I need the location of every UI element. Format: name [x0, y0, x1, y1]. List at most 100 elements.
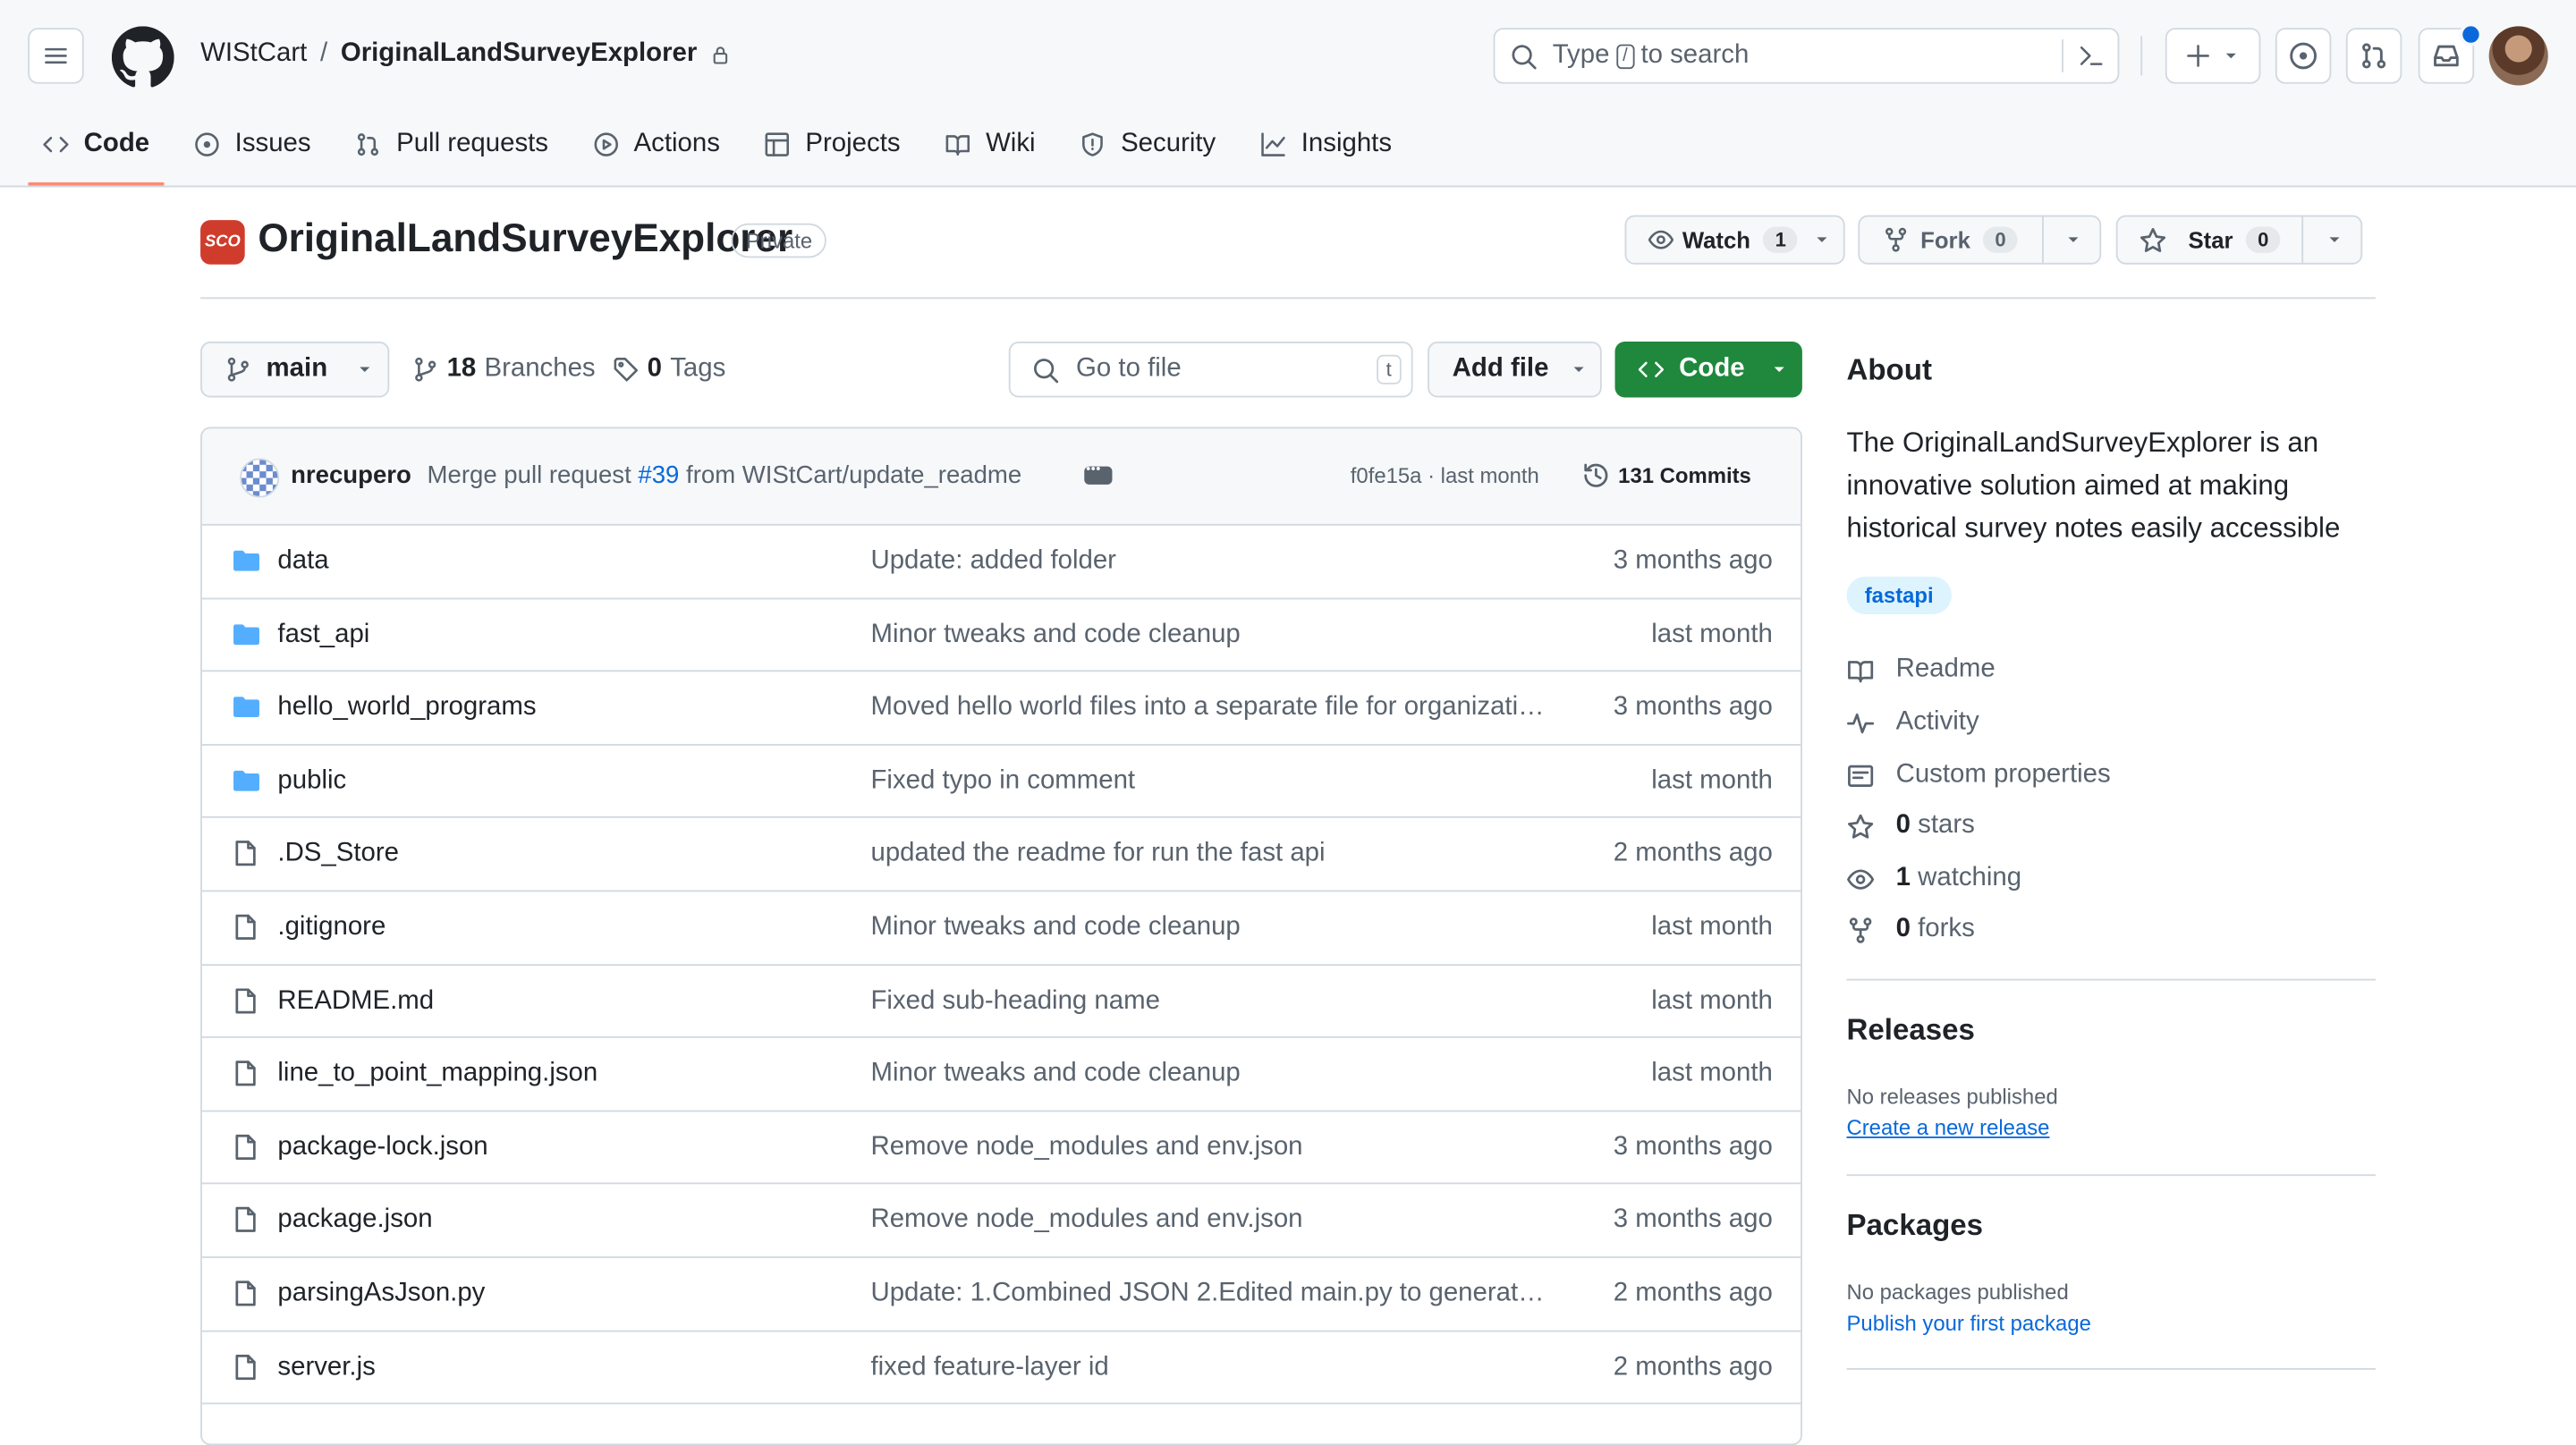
file-name[interactable]: .gitignore: [277, 913, 386, 942]
file-commit-date: last month: [1651, 620, 1773, 648]
code-button[interactable]: Code: [1614, 342, 1802, 398]
file-name[interactable]: package.json: [277, 1206, 432, 1236]
user-avatar[interactable]: [2488, 26, 2548, 86]
tab-code[interactable]: Code: [28, 112, 165, 186]
publish-package-link[interactable]: Publish your first package: [1846, 1311, 2090, 1336]
page: WIStCart / OriginalLandSurveyExplorer Ty…: [0, 0, 2576, 1445]
tab-actions[interactable]: Actions: [578, 112, 734, 176]
file-name[interactable]: public: [277, 766, 346, 796]
file-commit-message[interactable]: Minor tweaks and code cleanup: [870, 913, 1550, 942]
breadcrumb: WIStCart / OriginalLandSurveyExplorer: [200, 39, 732, 69]
file-commit-message[interactable]: Moved hello world files into a separate …: [870, 693, 1550, 722]
tab-projects[interactable]: Projects: [750, 112, 915, 176]
tab-wiki[interactable]: Wiki: [930, 112, 1050, 176]
about-heading: About: [1846, 352, 1932, 386]
breadcrumb-owner[interactable]: WIStCart: [200, 39, 307, 69]
releases-heading[interactable]: Releases: [1846, 1013, 1974, 1048]
breadcrumb-repo[interactable]: OriginalLandSurveyExplorer: [341, 39, 697, 69]
readme-link[interactable]: Readme: [1846, 655, 1996, 685]
star-button[interactable]: Star 0: [2115, 215, 2364, 265]
star-dropdown[interactable]: [2301, 216, 2364, 263]
lock-icon: [714, 46, 728, 63]
issues-header-button[interactable]: [2275, 28, 2332, 84]
folder-row[interactable]: data Update: added folder 3 months ago: [201, 526, 1801, 599]
file-commit-date: last month: [1651, 913, 1773, 942]
branches-link[interactable]: 18 Branches: [412, 355, 596, 384]
tags-link[interactable]: 0 Tags: [613, 355, 725, 384]
forks-label: forks: [1918, 915, 1975, 943]
commit-author[interactable]: nrecupero: [291, 461, 411, 489]
file-row[interactable]: README.md Fixed sub-heading name last mont…: [201, 965, 1801, 1039]
commit-sha-time[interactable]: f0fe15a · last month: [1351, 463, 1539, 488]
file-commit-message[interactable]: updated the readme for run the fast api: [870, 840, 1550, 869]
create-release-link[interactable]: Create a new release: [1846, 1115, 2049, 1140]
file-commit-message[interactable]: Update: added folder: [870, 547, 1550, 577]
commit-author-avatar[interactable]: [240, 458, 280, 498]
readme-label: Readme: [1895, 655, 1996, 684]
tag-icon: [614, 358, 639, 382]
file-name[interactable]: fast_api: [277, 621, 369, 650]
tab-security[interactable]: Security: [1065, 112, 1231, 176]
watching-label: watching: [1918, 864, 2022, 892]
file-row[interactable]: package-lock.json Remove node_modules and…: [201, 1111, 1801, 1185]
go-to-file-placeholder: Go to file: [1076, 354, 1182, 383]
file-name[interactable]: hello_world_programs: [277, 693, 536, 722]
file-commit-message[interactable]: Update: 1.Combined JSON 2.Edited main.py…: [870, 1280, 1550, 1309]
file-commit-message[interactable]: Fixed sub-heading name: [870, 986, 1550, 1016]
create-new-button[interactable]: [2165, 28, 2261, 84]
commit-message[interactable]: Merge pull request #39 from WIStCart/upd…: [428, 461, 1022, 489]
branch-icon: [415, 357, 436, 382]
search-input[interactable]: Type / to search: [1493, 28, 2120, 84]
add-file-button[interactable]: Add file: [1428, 342, 1602, 398]
folder-row[interactable]: fast_api Minor tweaks and code cleanup las…: [201, 599, 1801, 672]
tab-issues[interactable]: Issues: [179, 112, 326, 176]
file-row[interactable]: server.js fixed feature-layer id 2 months …: [201, 1331, 1801, 1405]
file-commit-message[interactable]: Remove node_modules and env.json: [870, 1133, 1550, 1162]
file-row[interactable]: .gitignore Minor tweaks and code cleanup l…: [201, 892, 1801, 966]
file-row[interactable]: parsingAsJson.py Update: 1.Combined JSON …: [201, 1258, 1801, 1331]
fork-button[interactable]: Fork 0: [1858, 215, 2103, 265]
stars-link[interactable]: 0 stars: [1846, 811, 1975, 841]
file-name[interactable]: README.md: [277, 986, 434, 1016]
expand-commit-button[interactable]: [1084, 461, 1113, 485]
file-name[interactable]: data: [277, 547, 328, 577]
folder-row[interactable]: hello_world_programs Moved hello world fi…: [201, 672, 1801, 746]
file-commit-message[interactable]: Fixed typo in comment: [870, 766, 1550, 796]
commit-pr-link[interactable]: #39: [638, 461, 679, 489]
packages-heading[interactable]: Packages: [1846, 1209, 1983, 1244]
file-commit-message[interactable]: fixed feature-layer id: [870, 1353, 1550, 1382]
file-row[interactable]: .DS_Store updated the readme for run the …: [201, 818, 1801, 892]
file-name[interactable]: line_to_point_mapping.json: [277, 1060, 597, 1089]
command-palette-icon[interactable]: [2078, 43, 2104, 69]
tab-pull-requests[interactable]: Pull requests: [341, 112, 564, 176]
file-name[interactable]: package-lock.json: [277, 1133, 487, 1162]
watch-button[interactable]: Watch 1: [1624, 215, 1845, 265]
file-name[interactable]: .DS_Store: [277, 840, 399, 869]
commits-link[interactable]: 131 Commits: [1582, 461, 1751, 489]
file-row[interactable]: line_to_point_mapping.json Minor tweaks a…: [201, 1038, 1801, 1112]
file-commit-date: 2 months ago: [1613, 1352, 1773, 1381]
go-to-file-input[interactable]: Go to file t: [1008, 342, 1413, 398]
pull-requests-header-button[interactable]: [2345, 28, 2402, 84]
github-logo[interactable]: [111, 26, 174, 89]
menu-button[interactable]: [28, 28, 84, 84]
custom-properties-link[interactable]: Custom properties: [1846, 760, 2111, 790]
tab-insights-label: Insights: [1301, 129, 1393, 157]
file-row[interactable]: package.json Remove node_modules and env.…: [201, 1185, 1801, 1258]
topic-tag[interactable]: fastapi: [1846, 576, 1952, 614]
repo-title[interactable]: OriginalLandSurveyExplorer: [258, 216, 792, 262]
file-commit-message[interactable]: Minor tweaks and code cleanup: [870, 621, 1550, 650]
file-commit-message[interactable]: Minor tweaks and code cleanup: [870, 1060, 1550, 1089]
file-commit-message[interactable]: Remove node_modules and env.json: [870, 1206, 1550, 1236]
branch-selector[interactable]: main: [200, 342, 390, 398]
go-to-file-shortcut: t: [1376, 354, 1402, 384]
folder-row[interactable]: public Fixed typo in comment last month: [201, 745, 1801, 819]
file-name[interactable]: parsingAsJson.py: [277, 1280, 485, 1309]
file-name[interactable]: server.js: [277, 1353, 375, 1382]
tab-insights[interactable]: Insights: [1245, 112, 1406, 176]
activity-link[interactable]: Activity: [1846, 708, 1979, 738]
watching-link[interactable]: 1 watching: [1846, 864, 2021, 893]
forks-link[interactable]: 0 forks: [1846, 915, 1975, 944]
stars-label: stars: [1918, 811, 1975, 840]
fork-dropdown[interactable]: [2042, 216, 2103, 263]
